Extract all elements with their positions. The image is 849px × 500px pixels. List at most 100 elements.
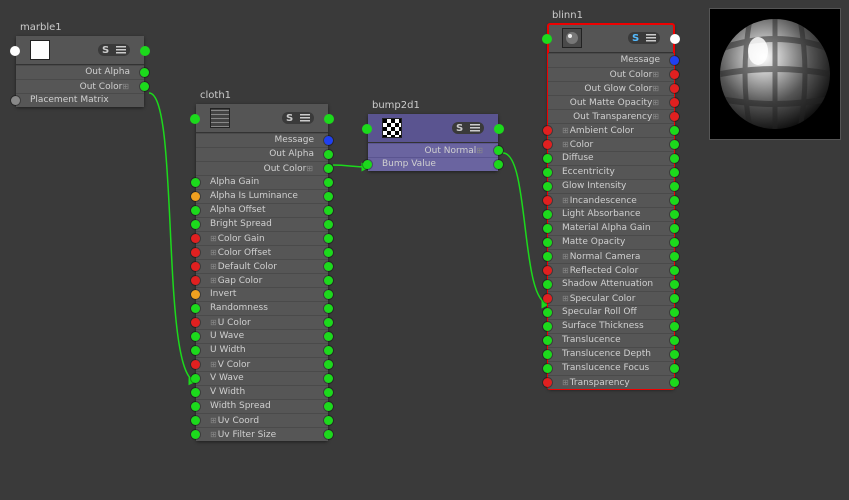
expand-icon[interactable]: ⊞	[210, 262, 217, 271]
port-rd[interactable]	[670, 112, 679, 121]
input-row[interactable]: Matte Opacity	[548, 235, 674, 249]
port-g[interactable]	[191, 332, 200, 341]
input-row[interactable]: Eccentricity	[548, 165, 674, 179]
output-row[interactable]: Message	[196, 133, 328, 147]
port-g[interactable]	[670, 280, 679, 289]
expand-icon[interactable]: ⊞	[562, 378, 569, 387]
node-header[interactable]: S	[548, 24, 674, 53]
node-header-pill[interactable]: S	[628, 32, 660, 44]
input-row[interactable]: Translucence	[548, 333, 674, 347]
port-g[interactable]	[191, 178, 200, 187]
port-g[interactable]	[670, 168, 679, 177]
port-g[interactable]	[324, 262, 333, 271]
output-row[interactable]: Out Alpha	[196, 147, 328, 161]
port-bl[interactable]	[324, 136, 333, 145]
port-g[interactable]	[670, 182, 679, 191]
port-g[interactable]	[324, 206, 333, 215]
input-row[interactable]: Width Spread	[196, 399, 328, 413]
input-row[interactable]: Alpha Gain	[196, 175, 328, 189]
header-port-in[interactable]	[10, 46, 20, 56]
input-row[interactable]: ⊞Reflected Color	[548, 263, 674, 277]
input-row[interactable]: Diffuse	[548, 151, 674, 165]
port-g[interactable]	[191, 220, 200, 229]
port-rd[interactable]	[543, 126, 552, 135]
output-row[interactable]: Out Glow Color⊞	[548, 81, 674, 95]
input-row[interactable]: Translucence Depth	[548, 347, 674, 361]
output-row[interactable]: Out Normal⊞	[368, 143, 498, 157]
port-g[interactable]	[191, 206, 200, 215]
port-g[interactable]	[324, 290, 333, 299]
port-g[interactable]	[670, 224, 679, 233]
expand-icon[interactable]: ⊞	[652, 112, 659, 121]
input-row[interactable]: Light Absorbance	[548, 207, 674, 221]
input-row[interactable]: ⊞Uv Coord	[196, 413, 328, 427]
port-g[interactable]	[191, 402, 200, 411]
port-rd[interactable]	[191, 360, 200, 369]
port-g[interactable]	[670, 210, 679, 219]
port-g[interactable]	[324, 374, 333, 383]
port-g[interactable]	[191, 388, 200, 397]
port-g[interactable]	[324, 150, 333, 159]
port-g[interactable]	[324, 220, 333, 229]
expand-icon[interactable]: ⊞	[562, 252, 569, 261]
node-marble1[interactable]: marble1SOut AlphaOut Color⊞Placement Mat…	[16, 36, 144, 107]
expand-icon[interactable]: ⊞	[210, 248, 217, 257]
expand-icon[interactable]: ⊞	[562, 266, 569, 275]
port-g[interactable]	[543, 224, 552, 233]
input-row[interactable]: ⊞U Color	[196, 315, 328, 329]
port-rd[interactable]	[191, 262, 200, 271]
port-g[interactable]	[670, 252, 679, 261]
header-port-out[interactable]	[324, 114, 334, 124]
port-g[interactable]	[670, 266, 679, 275]
port-g[interactable]	[324, 178, 333, 187]
input-row[interactable]: ⊞Specular Color	[548, 291, 674, 305]
port-rd[interactable]	[191, 234, 200, 243]
port-g[interactable]	[494, 160, 503, 169]
port-rd[interactable]	[670, 70, 679, 79]
header-port-out[interactable]	[494, 124, 504, 134]
port-g[interactable]	[670, 308, 679, 317]
node-header[interactable]: S	[16, 36, 144, 65]
header-port-in[interactable]	[542, 34, 552, 44]
input-row[interactable]: U Width	[196, 343, 328, 357]
input-row[interactable]: Alpha Is Luminance	[196, 189, 328, 203]
port-g[interactable]	[670, 336, 679, 345]
port-g[interactable]	[543, 154, 552, 163]
input-row[interactable]: ⊞Ambient Color	[548, 123, 674, 137]
input-row[interactable]: V Width	[196, 385, 328, 399]
port-g[interactable]	[543, 336, 552, 345]
input-row[interactable]: ⊞Default Color	[196, 259, 328, 273]
port-g[interactable]	[363, 160, 372, 169]
input-row[interactable]: ⊞Gap Color	[196, 273, 328, 287]
input-row[interactable]: Bump Value	[368, 157, 498, 171]
port-g[interactable]	[543, 322, 552, 331]
expand-icon[interactable]: ⊞	[562, 196, 569, 205]
port-g[interactable]	[324, 248, 333, 257]
port-g[interactable]	[324, 402, 333, 411]
port-g[interactable]	[543, 364, 552, 373]
expand-icon[interactable]: ⊞	[210, 360, 217, 369]
input-row[interactable]: Glow Intensity	[548, 179, 674, 193]
port-bl[interactable]	[670, 56, 679, 65]
input-row[interactable]: ⊞Color Gain	[196, 231, 328, 245]
port-rd[interactable]	[191, 276, 200, 285]
input-row[interactable]: ⊞Color	[548, 137, 674, 151]
port-g[interactable]	[543, 168, 552, 177]
expand-icon[interactable]: ⊞	[562, 126, 569, 135]
port-g[interactable]	[191, 416, 200, 425]
input-row[interactable]: ⊞Uv Filter Size	[196, 427, 328, 441]
node-cloth1[interactable]: cloth1SMessageOut AlphaOut Color⊞Alpha G…	[196, 104, 328, 441]
port-rd[interactable]	[543, 140, 552, 149]
expand-icon[interactable]: ⊞	[210, 430, 217, 439]
port-g[interactable]	[324, 360, 333, 369]
port-g[interactable]	[324, 332, 333, 341]
input-row[interactable]: Material Alpha Gain	[548, 221, 674, 235]
port-rd[interactable]	[543, 378, 552, 387]
port-g[interactable]	[324, 430, 333, 439]
menu-icon[interactable]	[470, 123, 480, 133]
port-g[interactable]	[670, 140, 679, 149]
port-g[interactable]	[324, 388, 333, 397]
port-g[interactable]	[670, 378, 679, 387]
output-row[interactable]: Out Alpha	[16, 65, 144, 79]
node-header-pill[interactable]: S	[282, 112, 314, 124]
